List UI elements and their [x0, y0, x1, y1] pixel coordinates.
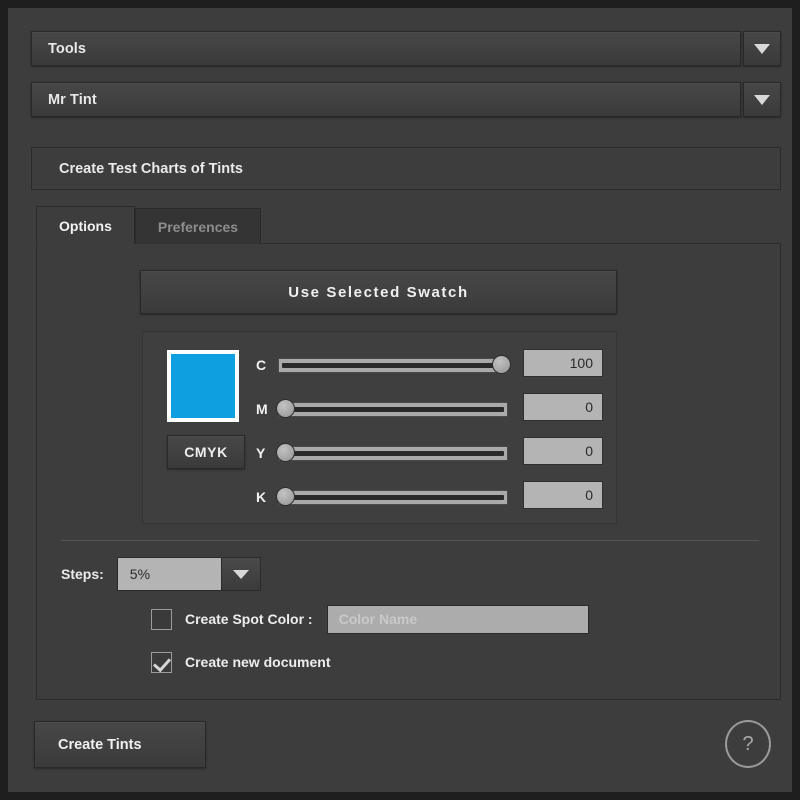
plugin-window: Tools Mr Tint Create Test Charts of Tint… [8, 8, 792, 792]
spot-color-name-input[interactable]: Color Name [326, 604, 589, 634]
tools-dropdown-arrow-button[interactable] [743, 31, 781, 66]
steps-label: Steps: [61, 566, 104, 582]
tools-dropdown[interactable]: Tools [31, 31, 781, 66]
slider-thumb-c[interactable] [492, 355, 511, 374]
slider-thumb-y[interactable] [276, 443, 295, 462]
slider-groove [282, 362, 504, 368]
help-icon[interactable]: ? [725, 720, 771, 768]
page-title: Create Test Charts of Tints [31, 147, 781, 190]
slider-groove [282, 450, 504, 456]
slider-thumb-m[interactable] [276, 399, 295, 418]
value-field-m[interactable]: 0 [523, 393, 603, 421]
tab-bar: Options Preferences [36, 206, 262, 245]
slider-label-c: C [256, 357, 267, 373]
tools-dropdown-value[interactable]: Tools [31, 31, 741, 66]
slider-track-c[interactable] [278, 355, 511, 374]
value-field-y[interactable]: 0 [523, 437, 603, 465]
steps-value[interactable]: 5% [117, 558, 221, 590]
slider-label-k: K [256, 489, 267, 505]
slider-track-y[interactable] [276, 443, 508, 462]
tab-preferences[interactable]: Preferences [134, 208, 262, 244]
script-dropdown[interactable]: Mr Tint [31, 82, 781, 117]
new-document-label: Create new document [185, 654, 331, 670]
create-tints-button[interactable]: Create Tints [34, 721, 206, 768]
slider-track-k[interactable] [276, 487, 508, 506]
spot-color-checkbox[interactable] [151, 608, 172, 630]
new-document-checkbox[interactable] [151, 651, 172, 673]
value-field-c[interactable]: 100 [523, 349, 603, 377]
slider-groove [282, 494, 504, 500]
steps-dropdown-arrow-button[interactable] [220, 558, 260, 590]
use-selected-swatch-button[interactable]: Use Selected Swatch [140, 270, 617, 314]
spot-color-label: Create Spot Color : [185, 611, 313, 627]
slider-groove [282, 406, 504, 412]
cmyk-group: CMYK C 100 M 0 Y 0 K 0 [142, 331, 617, 524]
slider-label-m: M [256, 401, 268, 417]
script-dropdown-value[interactable]: Mr Tint [31, 82, 741, 117]
slider-track-m[interactable] [276, 399, 508, 418]
spot-color-row: Create Spot Color : Color Name [151, 604, 589, 634]
steps-row: Steps: 5% [61, 557, 261, 591]
slider-label-y: Y [256, 445, 266, 461]
chevron-down-icon [754, 43, 770, 54]
chevron-down-icon [232, 569, 249, 579]
divider [61, 540, 759, 541]
new-document-row: Create new document [151, 649, 330, 675]
tab-options[interactable]: Options [36, 206, 135, 245]
value-field-k[interactable]: 0 [523, 481, 603, 509]
steps-select[interactable]: 5% [116, 557, 261, 591]
options-panel: Use Selected Swatch CMYK C 100 M 0 Y 0 K… [36, 243, 781, 700]
chevron-down-icon [754, 94, 770, 105]
script-dropdown-arrow-button[interactable] [743, 82, 781, 117]
color-preview-swatch[interactable] [167, 350, 239, 422]
color-mode-button[interactable]: CMYK [167, 435, 245, 469]
slider-thumb-k[interactable] [276, 487, 295, 506]
